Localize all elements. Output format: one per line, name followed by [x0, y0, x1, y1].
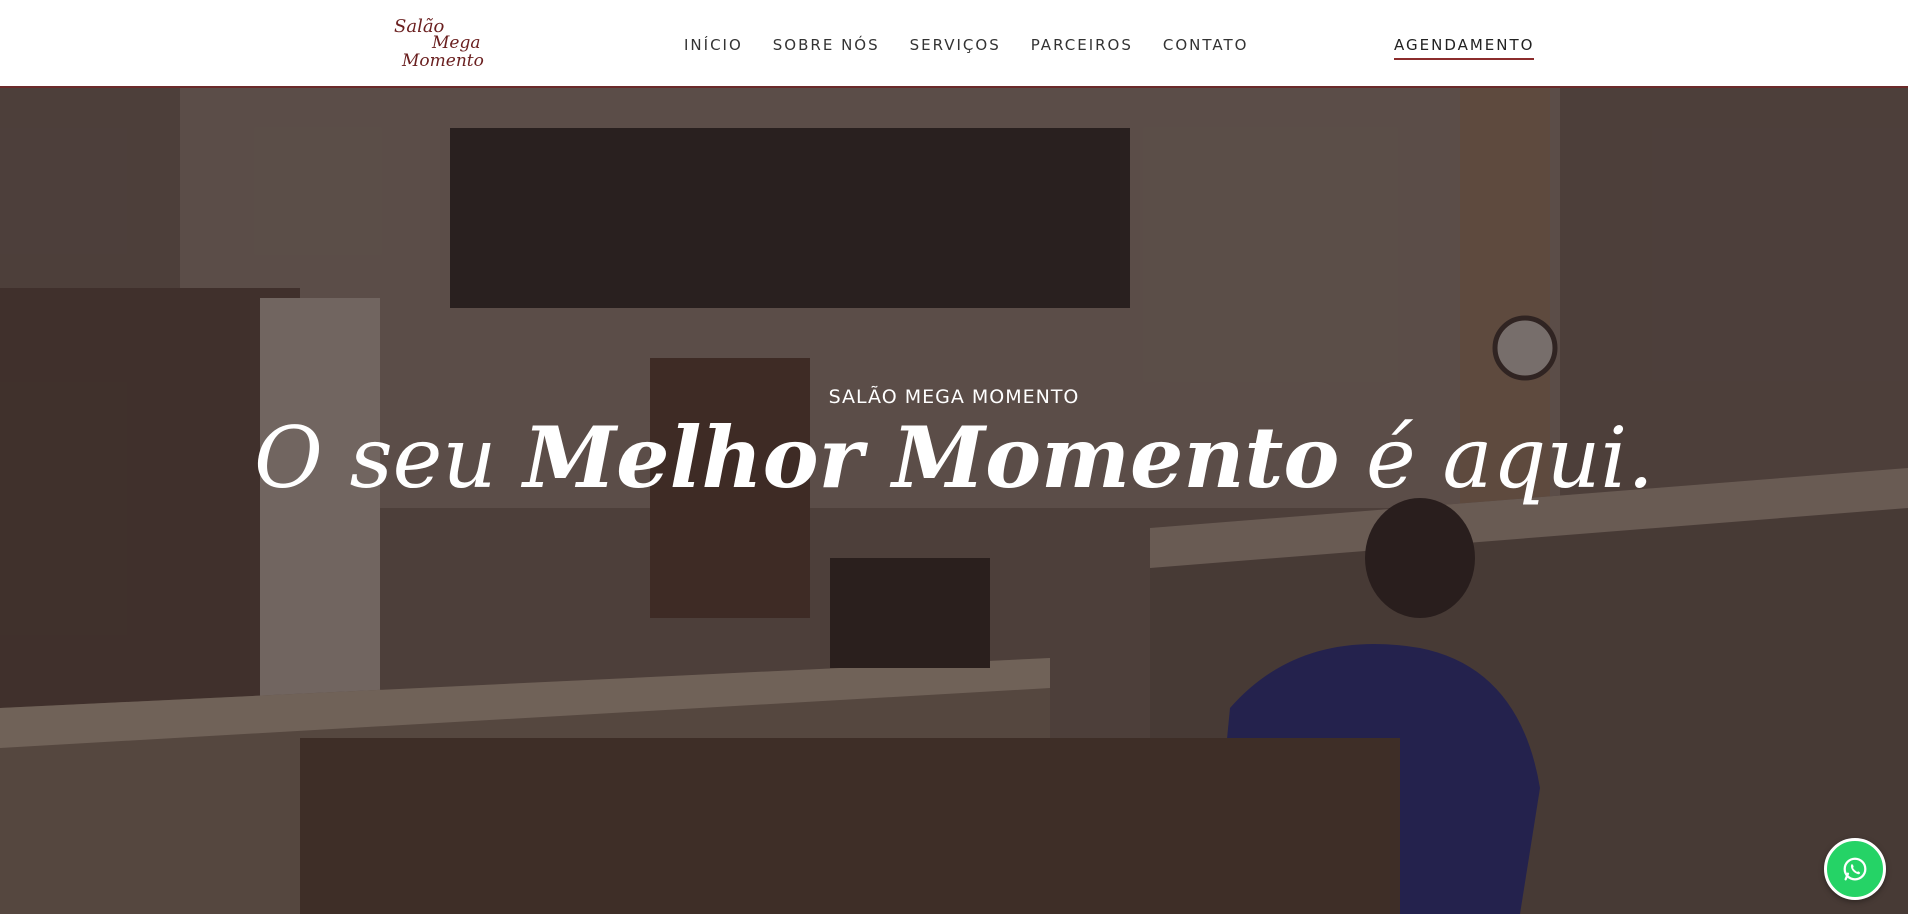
- hero-eyebrow: SALÃO MEGA MOMENTO: [828, 386, 1080, 408]
- hero-section: SALÃO MEGA MOMENTO O seu Melhor Momento …: [0, 88, 1908, 914]
- nav-servicos[interactable]: SERVIÇOS: [910, 36, 1001, 54]
- nav-contato[interactable]: CONTATO: [1163, 36, 1249, 54]
- svg-text:Mega: Mega: [431, 33, 481, 53]
- headline-part-3: é aqui.: [1339, 409, 1654, 507]
- agendamento-button[interactable]: AGENDAMENTO: [1394, 36, 1535, 60]
- headline-part-2: Melhor Momento: [523, 408, 1340, 507]
- logo[interactable]: Salão Mega Momento: [390, 14, 490, 72]
- nav-sobre-nos[interactable]: SOBRE NÓS: [773, 36, 880, 54]
- whatsapp-button[interactable]: [1824, 838, 1886, 900]
- nav-parceiros[interactable]: PARCEIROS: [1031, 36, 1133, 54]
- hero-headline: O seu Melhor Momento é aqui.: [0, 408, 1908, 509]
- headline-part-1: O seu: [254, 409, 524, 507]
- logo-image: Salão Mega Momento: [394, 16, 484, 71]
- site-header: Salão Mega Momento INÍCIO SOBRE NÓS SERV…: [0, 0, 1908, 88]
- whatsapp-icon: [1843, 857, 1867, 881]
- nav-inicio[interactable]: INÍCIO: [684, 36, 743, 54]
- svg-text:Momento: Momento: [401, 51, 484, 71]
- main-nav: INÍCIO SOBRE NÓS SERVIÇOS PARCEIROS CONT…: [684, 36, 1248, 54]
